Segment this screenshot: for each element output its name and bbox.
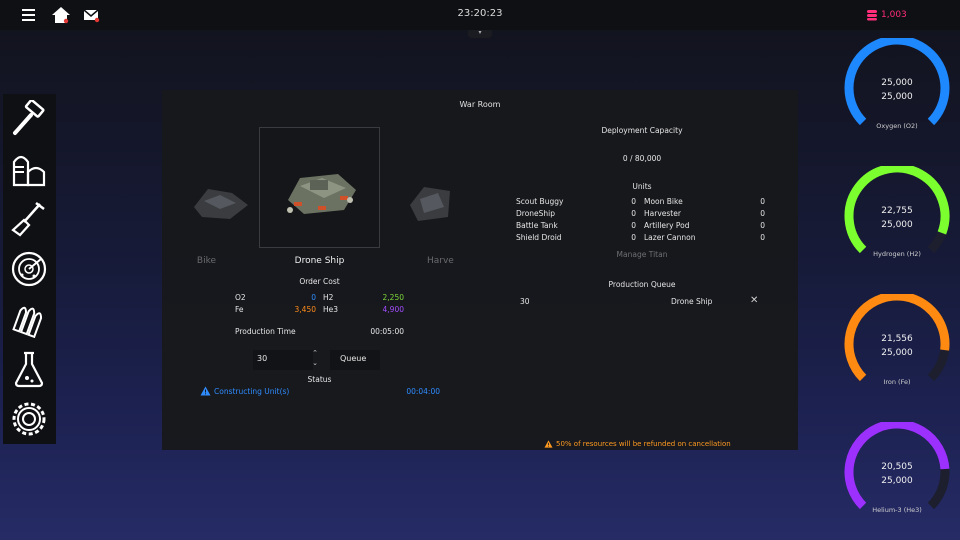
deployment-value: 0 / 80,000: [622, 154, 662, 163]
resource-current: 25,000: [881, 78, 913, 88]
selected-unit-frame[interactable]: [259, 127, 380, 248]
shovel-icon[interactable]: [10, 200, 48, 238]
cost-o2-label: O2: [235, 293, 246, 302]
unit-name: Battle Tank: [516, 221, 558, 230]
menu-icon[interactable]: [20, 6, 40, 24]
cost-he3-value: 4,900: [382, 305, 404, 314]
resource-label: Helium-3 (He3): [872, 506, 922, 514]
resource-max: 25,000: [881, 348, 913, 358]
unit-count: 0: [631, 209, 636, 218]
queue-button[interactable]: Queue: [330, 350, 380, 370]
unit-count: 0: [760, 209, 765, 218]
unit-name: Shield Droid: [516, 233, 562, 242]
home-icon[interactable]: [51, 6, 71, 24]
moon-bike-thumbnail[interactable]: [190, 162, 250, 242]
war-room-panel: War Room Bike Drone Ship Harve Order Cos…: [162, 90, 798, 450]
unit-name: Moon Bike: [644, 197, 683, 206]
cancel-queue-icon[interactable]: ✕: [750, 295, 758, 306]
cost-o2-value: 0: [311, 293, 316, 302]
flask-icon[interactable]: [10, 350, 48, 388]
harvester-thumbnail[interactable]: [404, 162, 464, 242]
game-clock: 23:20:23: [457, 8, 503, 19]
refund-notice: 50% of resources will be refunded on can…: [556, 440, 731, 448]
helium3-gauge: 20,505 25,000 Helium-3 (He3): [842, 422, 952, 517]
production-time-value: 00:05:00: [370, 327, 404, 336]
iron-gauge: 21,556 25,000 Iron (Fe): [842, 294, 952, 389]
carousel-left-label: Bike: [196, 256, 216, 266]
order-cost-heading: Order Cost: [299, 277, 340, 286]
resource-current: 22,755: [881, 206, 913, 216]
dropdown-tab[interactable]: ▾: [468, 30, 492, 38]
resource-label: Hydrogen (H2): [873, 250, 921, 258]
resource-max: 25,000: [881, 92, 913, 102]
unit-count: 0: [760, 197, 765, 206]
chevron-up-icon[interactable]: ⌃: [310, 348, 320, 358]
ammo-icon[interactable]: [10, 300, 48, 338]
unit-count: 0: [631, 221, 636, 230]
resource-max: 25,000: [881, 476, 913, 486]
gem-count: 1,003: [881, 10, 907, 20]
unit-name: Lazer Cannon: [644, 233, 696, 242]
warning-icon: [200, 386, 211, 396]
unit-name: Harvester: [644, 209, 681, 218]
hammer-icon[interactable]: [10, 100, 48, 138]
premium-currency[interactable]: 1,003: [866, 9, 907, 21]
top-bar: 23:20:23 1,003: [0, 0, 960, 30]
resource-label: Oxygen (O2): [876, 122, 918, 130]
quantity-stepper[interactable]: ⌃ ⌄: [310, 348, 320, 368]
hydrogen-gauge: 22,755 25,000 Hydrogen (H2): [842, 166, 952, 261]
unit-count: 0: [760, 221, 765, 230]
sidebar: [3, 94, 56, 444]
unit-name: Scout Buggy: [516, 197, 564, 206]
cost-he3-label: He3: [323, 305, 339, 314]
silo-icon[interactable]: [10, 150, 48, 188]
status-timer: 00:04:00: [406, 387, 440, 396]
units-heading: Units: [632, 182, 652, 191]
production-queue-heading: Production Queue: [608, 280, 676, 289]
settings-gear-icon[interactable]: [10, 400, 48, 438]
quantity-input[interactable]: 30: [253, 350, 313, 370]
resource-max: 25,000: [881, 220, 913, 230]
radar-icon[interactable]: [10, 250, 48, 288]
cost-fe-value: 3,450: [294, 305, 316, 314]
selected-unit-name: Drone Ship: [294, 256, 345, 266]
manage-titan-button[interactable]: Manage Titan: [502, 250, 782, 259]
queue-row-unit: Drone Ship: [671, 297, 713, 306]
unit-count: 0: [631, 197, 636, 206]
queue-row-qty: 30: [520, 297, 530, 306]
cost-h2-value: 2,250: [382, 293, 404, 302]
resource-current: 20,505: [881, 462, 913, 472]
production-time-label: Production Time: [235, 327, 296, 336]
status-heading: Status: [307, 375, 332, 384]
drone-ship-image: [287, 174, 356, 214]
status-text: Constructing Unit(s): [214, 387, 290, 396]
oxygen-gauge: 25,000 25,000 Oxygen (O2): [842, 38, 952, 133]
refund-warning-icon: [544, 440, 553, 448]
chevron-down-icon[interactable]: ⌄: [310, 358, 320, 368]
resource-label: Iron (Fe): [883, 378, 911, 386]
carousel-right-label: Harve: [427, 256, 454, 266]
deployment-column: Deployment Capacity 0 / 80,000 Units Sco…: [502, 90, 782, 450]
unit-count: 0: [760, 233, 765, 242]
deployment-heading: Deployment Capacity: [601, 126, 683, 135]
cost-fe-label: Fe: [235, 305, 244, 314]
unit-name: DroneShip: [516, 209, 556, 218]
unit-count: 0: [631, 233, 636, 242]
unit-name: Artillery Pod: [644, 221, 690, 230]
gem-icon: [867, 10, 877, 21]
resource-current: 21,556: [881, 334, 913, 344]
mail-icon[interactable]: [82, 6, 102, 24]
cost-h2-label: H2: [323, 293, 334, 302]
